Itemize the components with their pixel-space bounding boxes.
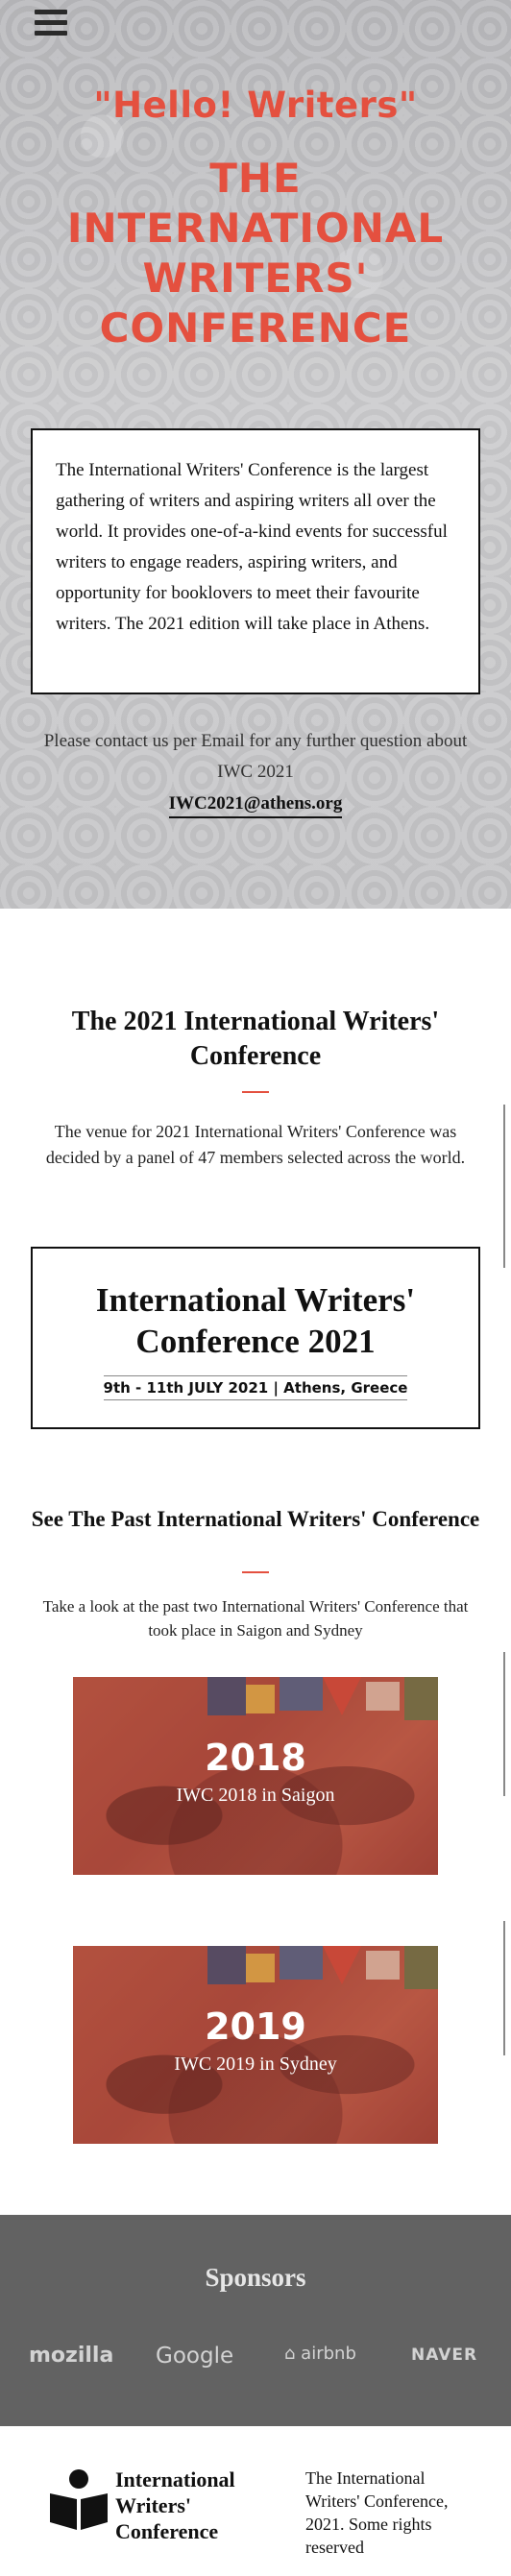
airbnb-logo[interactable]: ⌂ airbnb: [284, 2344, 356, 2364]
google-logo[interactable]: Google: [156, 2344, 233, 2369]
naver-logo[interactable]: NAVER: [411, 2345, 477, 2365]
event-caption: IWC 2019 in Sydney: [174, 2054, 337, 2075]
scroll-indicator[interactable]: [503, 1652, 505, 1796]
airbnb-label: airbnb: [301, 2344, 356, 2364]
event-title: International Writers' Conference 2021: [95, 1281, 416, 1360]
footer: International Writers' Conference The In…: [0, 2426, 511, 2576]
mozilla-logo[interactable]: mozilla: [29, 2344, 113, 2368]
reader-logo-icon: [50, 2469, 108, 2530]
past-title: See The Past International Writers' Conf…: [31, 1507, 480, 1531]
hero-section: "Hello! Writers" THE INTERNATIONAL WRITE…: [0, 0, 511, 909]
conference-description: The venue for 2021 International Writers…: [45, 1122, 466, 1167]
footer-brand-line: International: [115, 2467, 235, 2491]
scroll-indicator[interactable]: [503, 1105, 505, 1268]
contact-text: Please contact us per Email for any furt…: [43, 731, 468, 782]
footer-copyright: The International Writers' Conference, 2…: [305, 2468, 449, 2557]
intro-box: The International Writers' Conference is…: [31, 428, 480, 694]
sponsors-section: Sponsors mozilla Google ⌂ airbnb NAVER: [0, 2215, 511, 2426]
sponsors-title: Sponsors: [205, 2263, 306, 2292]
event-year: 2018: [205, 1737, 306, 1779]
title-divider: [242, 1091, 269, 1093]
past-event-card-2018[interactable]: 2018 IWC 2018 in Saigon: [73, 1677, 438, 1875]
event-date-text: 9th - 11th JULY 2021 | Athens, Greece: [103, 1375, 408, 1400]
hero-greeting: "Hello! Writers": [93, 85, 418, 126]
past-description: Take a look at the past two Internationa…: [42, 1597, 469, 1640]
footer-brand[interactable]: International Writers' Conference: [115, 2467, 235, 2544]
event-year: 2019: [205, 2005, 306, 2048]
hamburger-menu-icon[interactable]: [35, 10, 67, 40]
intro-text: The International Writers' Conference is…: [56, 460, 448, 634]
airbnb-icon: ⌂: [284, 2344, 296, 2364]
past-divider: [242, 1571, 269, 1573]
email-wrapper: IWC2021@athens.org: [0, 793, 511, 818]
scroll-indicator[interactable]: [503, 1921, 505, 2055]
conference-title: The 2021 International Writers' Conferen…: [71, 1007, 440, 1071]
past-event-card-2019[interactable]: 2019 IWC 2019 in Sydney: [73, 1946, 438, 2144]
footer-brand-line: Writers': [115, 2493, 192, 2517]
footer-brand-line: Conference: [115, 2519, 219, 2543]
hero-title: THE INTERNATIONAL WRITERS' CONFERENCE: [66, 155, 445, 352]
event-caption: IWC 2018 in Saigon: [176, 1785, 335, 1806]
event-date: 9th - 11th JULY 2021 | Athens, Greece: [33, 1375, 478, 1400]
event-box: International Writers' Conference 2021 9…: [31, 1247, 480, 1429]
email-link[interactable]: IWC2021@athens.org: [168, 793, 343, 818]
